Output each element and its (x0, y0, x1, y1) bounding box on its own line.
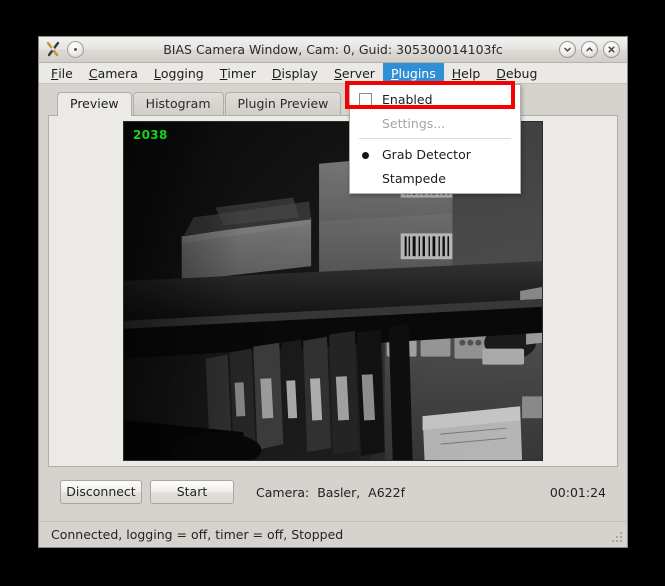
menu-debug-label: ebug (505, 65, 538, 81)
screen-background: BIAS Camera Window, Cam: 0, Guid: 305300… (0, 0, 665, 586)
menu-separator (359, 138, 511, 139)
tab-histogram[interactable]: Histogram (132, 92, 224, 115)
menu-item-grab-detector-label: Grab Detector (382, 146, 471, 162)
window-titlebar[interactable]: BIAS Camera Window, Cam: 0, Guid: 305300… (39, 37, 627, 63)
tab-preview-label: Preview (70, 96, 119, 111)
menu-help[interactable]: Help (444, 63, 489, 83)
window-menu-icon[interactable] (67, 41, 84, 58)
tab-plugin-preview[interactable]: Plugin Preview (224, 92, 342, 115)
resize-grip-icon[interactable] (611, 531, 624, 544)
preview-tab-panel: 2038 (48, 115, 618, 467)
statusbar: Connected, logging = off, timer = off, S… (39, 521, 627, 547)
menu-debug[interactable]: Debug (488, 63, 545, 83)
status-text: Connected, logging = off, timer = off, S… (51, 527, 344, 542)
menu-server[interactable]: Server (326, 63, 383, 83)
menu-file-label: ile (58, 65, 73, 81)
menu-item-enabled[interactable]: Enabled (350, 87, 520, 111)
menu-item-enabled-label: Enabled (382, 91, 433, 107)
tab-preview[interactable]: Preview (57, 92, 132, 116)
menu-plugins[interactable]: Plugins (382, 63, 444, 83)
menu-display[interactable]: Display (264, 63, 326, 83)
elapsed-time-label: 00:01:24 (549, 484, 606, 500)
titlebar-left-controls (39, 41, 84, 58)
menu-item-grab-detector[interactable]: Grab Detector (350, 142, 520, 166)
start-button[interactable]: Start (150, 480, 234, 504)
menu-plugins-label: lugins (398, 65, 436, 81)
maximize-button[interactable] (581, 41, 598, 58)
menu-camera[interactable]: Camera (81, 63, 146, 83)
bias-app-icon (45, 41, 62, 58)
camera-info-label: Camera: Basler, A622f (256, 484, 405, 500)
menu-file[interactable]: File (43, 63, 81, 83)
bias-camera-window: BIAS Camera Window, Cam: 0, Guid: 305300… (38, 36, 628, 548)
window-title: BIAS Camera Window, Cam: 0, Guid: 305300… (163, 42, 503, 57)
titlebar-window-controls (559, 41, 627, 58)
window-content: Preview Histogram Plugin Preview 2038 Di… (39, 84, 627, 521)
close-button[interactable] (603, 41, 620, 58)
enabled-checkbox-icon[interactable] (359, 92, 372, 106)
frame-counter: 2038 (133, 128, 168, 142)
menu-item-stampede[interactable]: Stampede (350, 166, 520, 190)
menu-item-settings: Settings... (350, 111, 520, 135)
menu-server-label: erver (341, 65, 375, 81)
stampede-radio-icon[interactable] (359, 172, 372, 185)
menubar: File Camera Logging Timer Display Server… (39, 63, 627, 194)
controls-row: Disconnect Start Camera: Basler, A622f 0… (48, 467, 618, 508)
menu-logging-label: ogging (160, 65, 204, 81)
menu-item-stampede-label: Stampede (382, 170, 446, 186)
tab-plugin-preview-label: Plugin Preview (237, 96, 329, 111)
plugins-dropdown-menu: Enabled Settings... Grab Detector Stampe… (349, 84, 521, 194)
minimize-button[interactable] (559, 41, 576, 58)
tab-histogram-label: Histogram (145, 96, 211, 111)
menu-timer-label: imer (227, 65, 256, 81)
menu-logging[interactable]: Logging (146, 63, 212, 83)
menu-camera-label: amera (97, 65, 138, 81)
grab-detector-radio-icon[interactable] (359, 148, 372, 161)
menu-item-settings-label: Settings... (382, 115, 446, 131)
disconnect-button[interactable]: Disconnect (60, 480, 142, 504)
menu-display-label: isplay (281, 65, 318, 81)
menu-help-label: elp (461, 65, 481, 81)
menu-timer[interactable]: Timer (212, 63, 264, 83)
tabstrip: Preview Histogram Plugin Preview (48, 92, 618, 116)
